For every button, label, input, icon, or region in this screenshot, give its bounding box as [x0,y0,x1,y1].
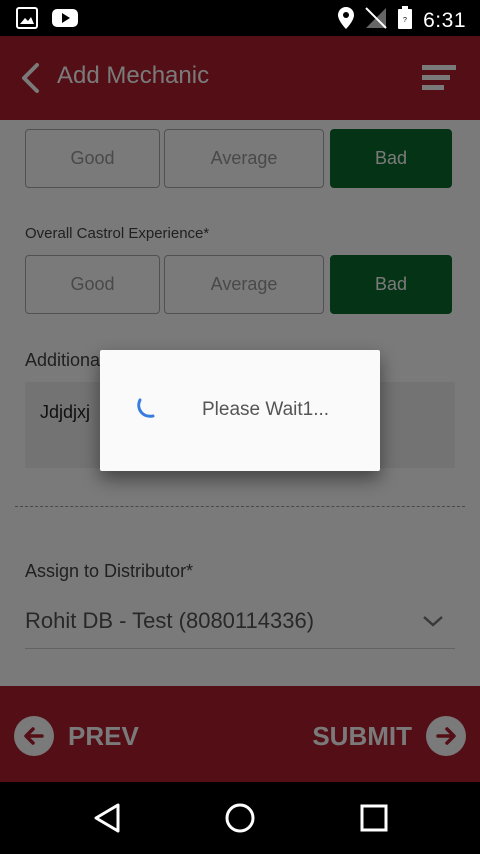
arrow-left-icon [14,716,54,756]
rating-group-1: Good Average Bad [25,129,452,188]
rating-1-average-button[interactable]: Average [164,129,324,188]
system-nav-bar [0,782,480,854]
location-icon [337,6,355,35]
divider [15,506,465,507]
select-underline [25,648,455,649]
distributor-select[interactable]: Rohit DB - Test (8080114336) [25,608,314,634]
home-circle-icon[interactable] [224,802,256,839]
battery-icon: ? [397,6,413,35]
prev-button[interactable]: PREV [14,716,139,756]
page-title: Add Mechanic [57,62,210,89]
status-time: 6:31 [423,8,466,32]
rating-1-bad-button[interactable]: Bad [330,129,452,188]
back-triangle-icon[interactable] [93,802,121,839]
submit-button[interactable]: SUBMIT [312,716,466,756]
recents-square-icon[interactable] [359,802,389,839]
status-bar: ? 6:31 [0,0,480,36]
youtube-icon [52,7,78,34]
loading-dialog: Please Wait1... [100,350,380,471]
remarks-label: Additiona [25,350,101,370]
overall-average-button[interactable]: Average [164,255,324,314]
prev-label: PREV [68,720,139,751]
chevron-left-icon[interactable] [18,62,42,99]
overall-bad-button[interactable]: Bad [330,255,452,314]
overall-good-button[interactable]: Good [25,255,160,314]
chevron-down-icon[interactable] [422,614,444,633]
menu-icon[interactable] [422,62,458,99]
svg-text:?: ? [403,17,407,24]
bottom-action-bar: PREV SUBMIT [0,686,480,782]
no-signal-icon [365,7,387,34]
arrow-right-icon [426,716,466,756]
rating-1-good-button[interactable]: Good [25,129,160,188]
loading-spinner-icon [136,394,164,427]
remarks-value: Jdjdjxj [40,402,91,422]
loading-message: Please Wait1... [202,399,330,420]
submit-label: SUBMIT [312,720,412,751]
rating-group-2: Good Average Bad [25,255,452,314]
image-icon [16,7,38,34]
assign-distributor-label: Assign to Distributor* [25,561,194,581]
app-bar: Add Mechanic [0,36,480,120]
overall-experience-label: Overall Castrol Experience* [25,225,210,242]
